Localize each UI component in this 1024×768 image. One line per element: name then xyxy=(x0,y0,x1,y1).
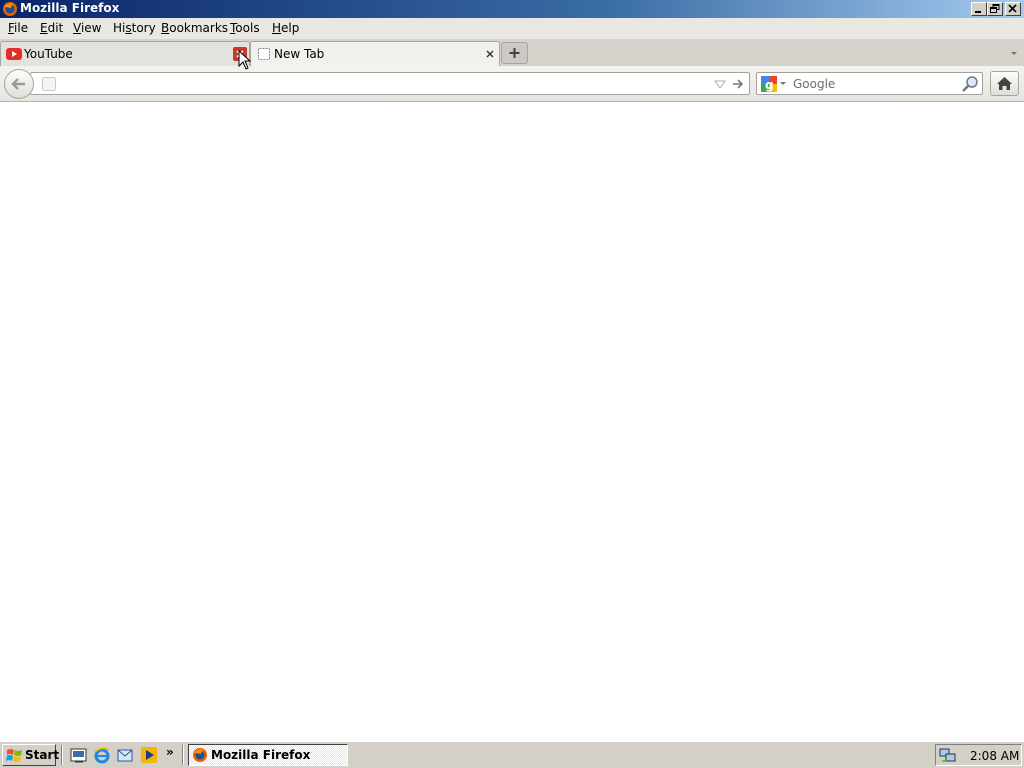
tab-youtube[interactable]: YouTube xyxy=(0,41,250,66)
google-search-engine-icon[interactable]: g xyxy=(761,76,789,95)
search-input[interactable] xyxy=(793,75,953,92)
tab-close-icon[interactable] xyxy=(483,47,497,61)
menu-help[interactable]: Help xyxy=(272,21,299,35)
taskbar-separator xyxy=(182,745,184,765)
media-player-icon[interactable] xyxy=(140,746,158,764)
tab-new-tab[interactable]: New Tab xyxy=(250,41,500,66)
taskbar-button-label: Mozilla Firefox xyxy=(211,748,311,762)
home-button[interactable] xyxy=(990,71,1019,96)
taskbar-button-firefox[interactable]: Mozilla Firefox xyxy=(188,744,348,766)
windows-logo-icon xyxy=(6,747,24,766)
window-title: Mozilla Firefox xyxy=(20,1,120,15)
clock: 2:08 AM xyxy=(970,749,1020,763)
site-identity-icon[interactable] xyxy=(41,76,57,95)
tab-label: New Tab xyxy=(274,47,325,61)
mouse-pointer-icon xyxy=(238,49,252,75)
menu-tools[interactable]: Tools xyxy=(230,21,260,35)
url-bar[interactable] xyxy=(30,72,750,95)
back-button[interactable] xyxy=(4,69,34,99)
minimize-button[interactable] xyxy=(971,2,987,16)
blank-page-icon xyxy=(257,47,271,64)
menu-bar: File Edit View History Bookmarks Tools H… xyxy=(0,18,1024,39)
url-input[interactable] xyxy=(65,75,705,92)
search-magnifier-icon[interactable] xyxy=(961,75,979,96)
quick-launch-overflow-icon[interactable]: » xyxy=(166,745,174,759)
network-connection-icon[interactable] xyxy=(939,747,957,766)
start-label: Start xyxy=(25,748,60,762)
internet-explorer-icon[interactable] xyxy=(93,746,111,764)
go-arrow-icon[interactable] xyxy=(731,77,745,94)
search-bar[interactable]: g xyxy=(756,72,983,95)
start-button[interactable]: Start xyxy=(2,744,60,766)
url-history-dropdown-icon[interactable] xyxy=(714,78,726,93)
menu-file[interactable]: File xyxy=(8,21,28,35)
show-desktop-icon[interactable] xyxy=(70,746,88,764)
menu-edit[interactable]: Edit xyxy=(40,21,63,35)
svg-text:g: g xyxy=(765,78,774,92)
menu-history[interactable]: History xyxy=(113,21,156,35)
tab-label: YouTube xyxy=(24,47,73,61)
restore-button[interactable] xyxy=(987,2,1003,16)
menu-view[interactable]: View xyxy=(73,21,101,35)
new-tab-button[interactable] xyxy=(501,42,528,64)
menu-bookmarks[interactable]: Bookmarks xyxy=(161,21,228,35)
outlook-express-icon[interactable] xyxy=(116,746,134,764)
close-window-button[interactable] xyxy=(1005,2,1021,16)
taskbar-separator xyxy=(61,745,63,765)
list-all-tabs-chevron-down-icon[interactable] xyxy=(1008,47,1020,59)
page-content-area[interactable] xyxy=(0,102,1024,741)
firefox-logo-icon xyxy=(192,747,208,766)
home-icon xyxy=(997,77,1012,90)
system-tray: 2:08 AM xyxy=(935,744,1022,766)
title-bar: Mozilla Firefox xyxy=(0,0,1024,18)
youtube-icon xyxy=(6,47,22,64)
